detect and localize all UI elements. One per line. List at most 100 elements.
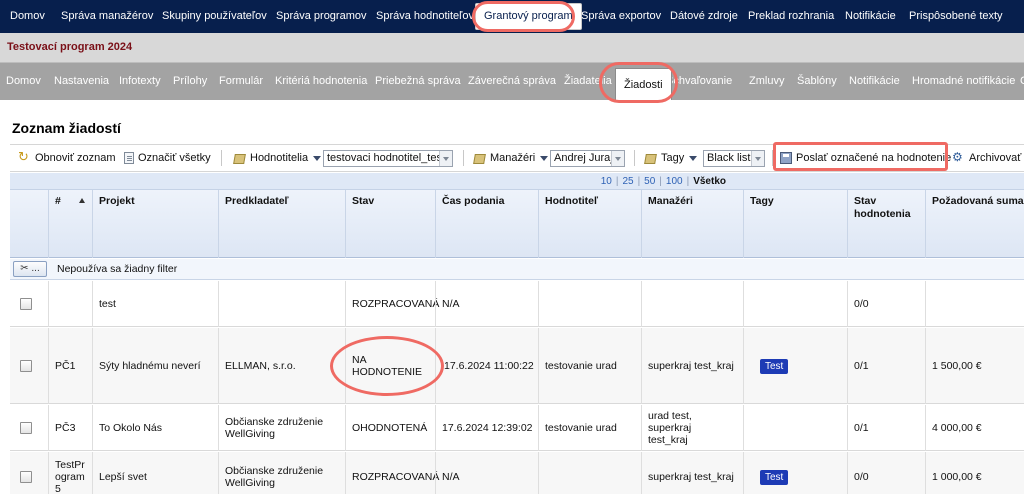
page-size-option[interactable]: 100 — [666, 176, 683, 187]
cell-number: PČ3 — [48, 405, 92, 451]
tag-icon — [233, 152, 246, 165]
filter-status-text: Nepoužíva sa žiadny filter — [57, 263, 178, 275]
column-header-status[interactable]: Stav — [345, 190, 435, 258]
cell-evaluator — [538, 281, 641, 327]
topnav-item-sprava-hodnotitelov[interactable]: Správa hodnotiteľov — [376, 0, 474, 33]
cell-project: To Okolo Nás — [92, 405, 218, 451]
row-select-cell — [10, 452, 48, 494]
subnav-item-overflow[interactable]: C — [1020, 63, 1024, 100]
dropdown-arrow-icon[interactable] — [751, 151, 764, 166]
subnav-item-sablony[interactable]: Šablóny — [797, 63, 837, 100]
tag-badge[interactable]: Test — [760, 469, 789, 485]
page-title: Zoznam žiadostí — [12, 120, 121, 136]
select-all-button[interactable]: Označiť všetky — [124, 145, 211, 171]
column-header-project[interactable]: Projekt — [92, 190, 218, 258]
subnav-item-priebezna-sprava[interactable]: Priebežná správa — [375, 63, 461, 100]
tag-select[interactable]: Black list — [703, 150, 765, 167]
tags-menu-button[interactable]: Tagy — [644, 145, 698, 171]
highlight-send-to-evaluation — [773, 142, 948, 171]
page-size-option[interactable]: 10 — [601, 176, 612, 187]
evaluator-select-value: testovaci hodnotitel_test — [327, 152, 446, 164]
table-row[interactable]: PČ3 To Okolo Nás Občianske združenie Wel… — [10, 405, 1024, 451]
topnav-item-domov[interactable]: Domov — [10, 0, 45, 33]
topnav-item-sprava-manazerov[interactable]: Správa manažérov — [61, 0, 153, 33]
cell-evaluation-status: 0/0 — [847, 281, 925, 327]
subnav-item-formular[interactable]: Formulár — [219, 63, 263, 100]
column-header-managers[interactable]: Manažéri — [641, 190, 743, 258]
toolbar-separator — [634, 150, 635, 166]
table-row[interactable]: TestProgram 5 Lepší svet Občianske združ… — [10, 452, 1024, 494]
refresh-button[interactable]: Obnoviť zoznam — [18, 145, 116, 171]
topnav-item-prisposobene-texty[interactable]: Prispôsobené texty — [909, 0, 1003, 33]
subnav-item-hromadne-notifikacie[interactable]: Hromadné notifikácie — [912, 63, 1015, 100]
column-header-evaluator[interactable]: Hodnotiteľ — [538, 190, 641, 258]
managers-label: Manažéri — [490, 152, 536, 164]
cell-submitted: 17.6.2024 12:39:02 — [435, 405, 538, 451]
column-header-number[interactable]: # — [48, 190, 92, 258]
cell-requested-amount: 1 000,00 € — [925, 452, 1024, 494]
row-checkbox[interactable] — [20, 298, 32, 310]
topnav-item-notifikacie[interactable]: Notifikácie — [845, 0, 896, 33]
cell-status: OHODNOTENÁ — [345, 405, 435, 451]
tag-icon — [644, 152, 657, 165]
column-header-submitted[interactable]: Čas podania — [435, 190, 538, 258]
cell-project: Lepší svet — [92, 452, 218, 494]
cell-evaluator: testovanie urad — [538, 328, 641, 404]
page-size-option[interactable]: 50 — [644, 176, 655, 187]
row-checkbox[interactable] — [20, 360, 32, 372]
cell-evaluator: testovanie urad — [538, 405, 641, 451]
subnav-item-nastavenia[interactable]: Nastavenia — [54, 63, 109, 100]
cell-managers: superkraj test_kraj — [641, 452, 743, 494]
column-header-evaluation-status[interactable]: Stav hodnotenia — [847, 190, 925, 258]
topnav-item-datove-zdroje[interactable]: Dátové zdroje — [670, 0, 738, 33]
chevron-down-icon — [540, 155, 549, 161]
manager-select[interactable]: Andrej Juraj — [550, 150, 625, 167]
archive-button[interactable]: Archivovať — [952, 145, 1021, 171]
subnav-item-kriteria-hodnotenia[interactable]: Kritériá hodnotenia — [275, 63, 367, 100]
filter-row: ✂ ... Nepoužíva sa žiadny filter — [10, 259, 1024, 280]
cell-managers: urad test, superkraj test_kraj — [641, 405, 743, 451]
cell-submitted: 17.6.2024 11:00:22 — [435, 328, 538, 404]
archive-label: Archivovať — [969, 152, 1022, 164]
column-header-applicant[interactable]: Predkladateľ — [218, 190, 345, 258]
row-select-cell — [10, 328, 48, 404]
toolbar-separator — [463, 150, 464, 166]
tag-badge[interactable]: Test — [760, 358, 789, 374]
highlight-ziadosti — [599, 62, 678, 103]
evaluators-menu-button[interactable]: Hodnotitelia — [233, 145, 322, 171]
highlight-status-na-hodnotenie — [330, 336, 444, 396]
archive-icon — [952, 150, 965, 165]
table-row[interactable]: PČ1 Sýty hladnému neverí ELLMAN, s.r.o. … — [10, 328, 1024, 404]
column-header-tags[interactable]: Tagy — [743, 190, 847, 258]
manager-select-value: Andrej Juraj — [554, 152, 613, 164]
dropdown-arrow-icon[interactable] — [611, 151, 624, 166]
subnav-item-domov[interactable]: Domov — [6, 63, 41, 100]
subnav-item-infotexty[interactable]: Infotexty — [119, 63, 161, 100]
cell-tags: Test — [743, 452, 847, 494]
managers-menu-button[interactable]: Manažéri — [473, 145, 549, 171]
dropdown-arrow-icon[interactable] — [439, 151, 452, 166]
tags-label: Tagy — [661, 152, 685, 164]
cell-applicant: ELLMAN, s.r.o. — [218, 328, 345, 404]
sort-ascending-icon — [78, 198, 85, 203]
column-header-requested-amount[interactable]: Požadovaná suma — [925, 190, 1024, 258]
row-checkbox[interactable] — [20, 471, 32, 483]
table-row[interactable]: test ROZPRACOVANÁ N/A 0/0 — [10, 281, 1024, 327]
subnav-item-zaverecna-sprava[interactable]: Záverečná správa — [468, 63, 556, 100]
cell-managers: superkraj test_kraj — [641, 328, 743, 404]
subnav-item-notifikacie[interactable]: Notifikácie — [849, 63, 900, 100]
topnav-item-sprava-programov[interactable]: Správa programov — [276, 0, 367, 33]
subnav-item-prilohy[interactable]: Prílohy — [173, 63, 207, 100]
filter-button[interactable]: ✂ ... — [13, 261, 47, 277]
page-size-current[interactable]: Všetko — [693, 176, 726, 187]
page-size-option[interactable]: 25 — [622, 176, 633, 187]
evaluator-select[interactable]: testovaci hodnotitel_test — [323, 150, 453, 167]
topnav-item-preklad-rozhrania[interactable]: Preklad rozhrania — [748, 0, 834, 33]
topnav-item-sprava-exportov[interactable]: Správa exportov — [581, 0, 661, 33]
topnav-item-skupiny-pouzivatelov[interactable]: Skupiny používateľov — [162, 0, 267, 33]
refresh-label: Obnoviť zoznam — [35, 152, 116, 164]
chevron-down-icon — [313, 155, 322, 161]
row-checkbox[interactable] — [20, 422, 32, 434]
subnav-item-zmluvy[interactable]: Zmluvy — [749, 63, 784, 100]
cell-applicant — [218, 281, 345, 327]
